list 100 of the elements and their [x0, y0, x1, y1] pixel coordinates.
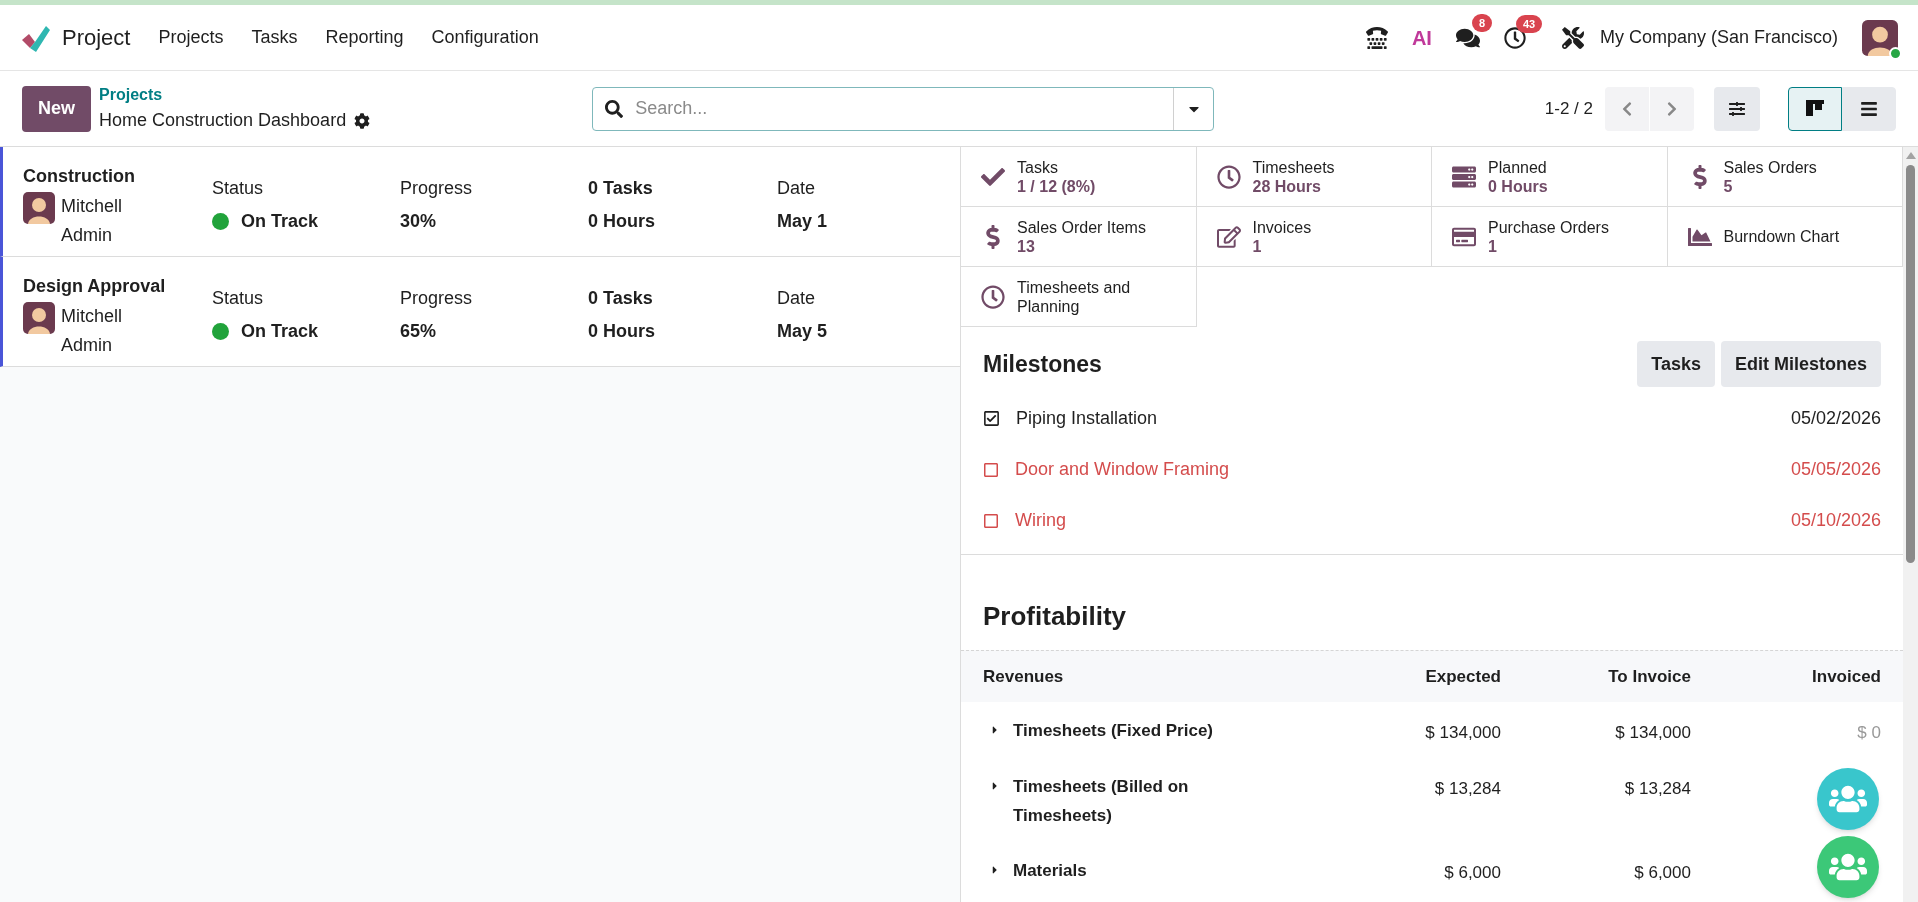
section-title: Profitability [983, 601, 1126, 631]
activity-icon[interactable] [1503, 26, 1526, 49]
ai-button[interactable]: AI [1411, 22, 1432, 53]
edit-icon [1216, 224, 1241, 249]
tools-icon[interactable] [1561, 26, 1584, 49]
secondary-button[interactable]: Tasks [1637, 341, 1715, 387]
scrollbar[interactable] [1903, 147, 1918, 902]
stat-label: Purchase Orders [1488, 217, 1609, 237]
filter-options-button[interactable] [1714, 86, 1760, 131]
menu-item[interactable]: Configuration [431, 24, 539, 51]
breadcrumb-link[interactable]: Projects [99, 83, 371, 107]
column-header: Expected [1424, 665, 1501, 688]
project-name: Design Approval [23, 275, 167, 298]
stat-value: 5 [1723, 176, 1734, 196]
checkbox[interactable] [983, 410, 1000, 427]
table-cell-text: $ 134,000 [1614, 722, 1691, 744]
progress-value: 65% [400, 320, 438, 343]
stat-button[interactable]: Tasks 1 / 12 (8%) [961, 147, 1197, 207]
revenue-label[interactable]: Materials [1013, 855, 1253, 885]
stat-value: 13 [1017, 236, 1036, 256]
kanban-icon [1806, 99, 1824, 118]
secondary-button[interactable]: Edit Milestones [1720, 341, 1881, 387]
avatar-icon [23, 302, 55, 334]
date-label: Date [777, 177, 817, 200]
date-value: May 1 [777, 210, 828, 233]
table-cell-text: $ 13,284 [1433, 777, 1501, 800]
notification-badge: 43 [1515, 14, 1543, 33]
new-button[interactable]: New [22, 85, 91, 132]
pager-text: 1-2 / 2 [1544, 97, 1593, 120]
checkbox[interactable] [983, 512, 999, 529]
clock-icon [981, 284, 1005, 309]
stack-icon [1452, 164, 1476, 189]
stat-label: Timesheets [1252, 157, 1335, 177]
checkbox[interactable] [983, 461, 999, 478]
stat-label: Sales Order Items [1017, 217, 1146, 237]
column-header: Revenues [983, 665, 1065, 688]
search-input[interactable]: Search... [635, 95, 1174, 122]
status-label: Status [212, 287, 265, 310]
settings-icon[interactable] [354, 112, 371, 129]
menu-item[interactable]: Projects [158, 24, 224, 51]
stat-value: 1 [1488, 236, 1498, 256]
project-row[interactable]: Construction Mitchell Admin Status On Track Progress 30% 0 Tasks 0 Hours Date May 1 [0, 147, 960, 257]
kanban-view-button[interactable] [1788, 86, 1842, 131]
phone-icon[interactable] [1365, 26, 1388, 49]
task-count: 0 Tasks [588, 287, 654, 310]
stat-value: 1 / 12 (8%) [1017, 176, 1096, 196]
stat-value: 1 [1252, 236, 1263, 256]
milestone-date: 05/05/2026 [1790, 458, 1881, 481]
app-logo-icon[interactable] [20, 23, 50, 52]
list-view-button[interactable] [1842, 86, 1896, 131]
milestone-date: 05/02/2026 [1790, 407, 1881, 430]
search-icon [605, 99, 624, 118]
stat-button[interactable]: Purchase Orders 1 [1432, 207, 1668, 267]
progress-label: Progress [400, 177, 474, 200]
clock-icon [1216, 164, 1241, 189]
status-label: Status [212, 177, 265, 200]
stat-label: Tasks [1017, 157, 1059, 177]
table-cell-text: $ 6,000 [1633, 861, 1691, 884]
menu-item[interactable]: Tasks [251, 24, 298, 51]
stat-button[interactable]: Timesheets and Planning [961, 267, 1197, 327]
list-icon [1860, 99, 1878, 118]
stat-button[interactable]: Invoices 1 [1196, 207, 1432, 267]
manager-name: Mitchell Admin [61, 305, 123, 357]
stat-label: Timesheets and Planning [1017, 277, 1132, 316]
sliders-icon [1729, 100, 1745, 117]
hours-count: 0 Hours [588, 320, 657, 343]
project-name: Construction [23, 165, 136, 188]
stat-button[interactable]: Planned 0 Hours [1432, 147, 1668, 207]
project-row[interactable]: Design Approval Mitchell Admin Status On Track Progress 65% 0 Tasks 0 Hours Date May 5 [0, 257, 960, 367]
stat-label: Burndown Chart [1723, 227, 1840, 246]
progress-label: Progress [400, 287, 474, 310]
progress-value: 30% [400, 210, 438, 233]
menu-item[interactable]: Reporting [325, 24, 404, 51]
section-title: Milestones [983, 349, 1102, 379]
stat-label: Invoices [1252, 217, 1312, 237]
revenue-label[interactable]: Timesheets (Billed on Timesheets) [1013, 771, 1253, 830]
stat-label: Sales Orders [1723, 157, 1817, 177]
task-count: 0 Tasks [588, 177, 654, 200]
manager-name: Mitchell Admin [61, 195, 123, 247]
stat-value: 0 Hours [1488, 176, 1548, 196]
search-bar[interactable]: Search... [592, 86, 1215, 131]
stat-button[interactable]: Sales Order Items 13 [961, 207, 1197, 267]
date-label: Date [777, 287, 817, 310]
milestone-date: 05/10/2026 [1790, 509, 1881, 532]
column-header: To Invoice [1607, 665, 1691, 688]
milestone-name[interactable]: Door and Window Framing [1015, 456, 1230, 483]
user-avatar-icon [1862, 19, 1898, 56]
app-name[interactable]: Project [62, 21, 131, 54]
column-header: Invoiced [1811, 665, 1881, 688]
stat-button[interactable]: Burndown Chart [1667, 207, 1903, 267]
stat-button[interactable]: Timesheets 28 Hours [1196, 147, 1432, 207]
table-cell-text: $ 6,000 [1443, 861, 1501, 884]
avatar-icon [23, 192, 55, 224]
date-value: May 5 [777, 320, 828, 343]
revenue-label[interactable]: Timesheets (Fixed Price) [1013, 716, 1253, 745]
company-switcher[interactable]: My Company (San Francisco) [1599, 24, 1838, 51]
milestone-name[interactable]: Wiring [1015, 507, 1066, 534]
notification-badge: 8 [1471, 13, 1493, 32]
milestone-name[interactable]: Piping Installation [1016, 405, 1158, 432]
table-cell-text: $ 134,000 [1424, 722, 1501, 744]
